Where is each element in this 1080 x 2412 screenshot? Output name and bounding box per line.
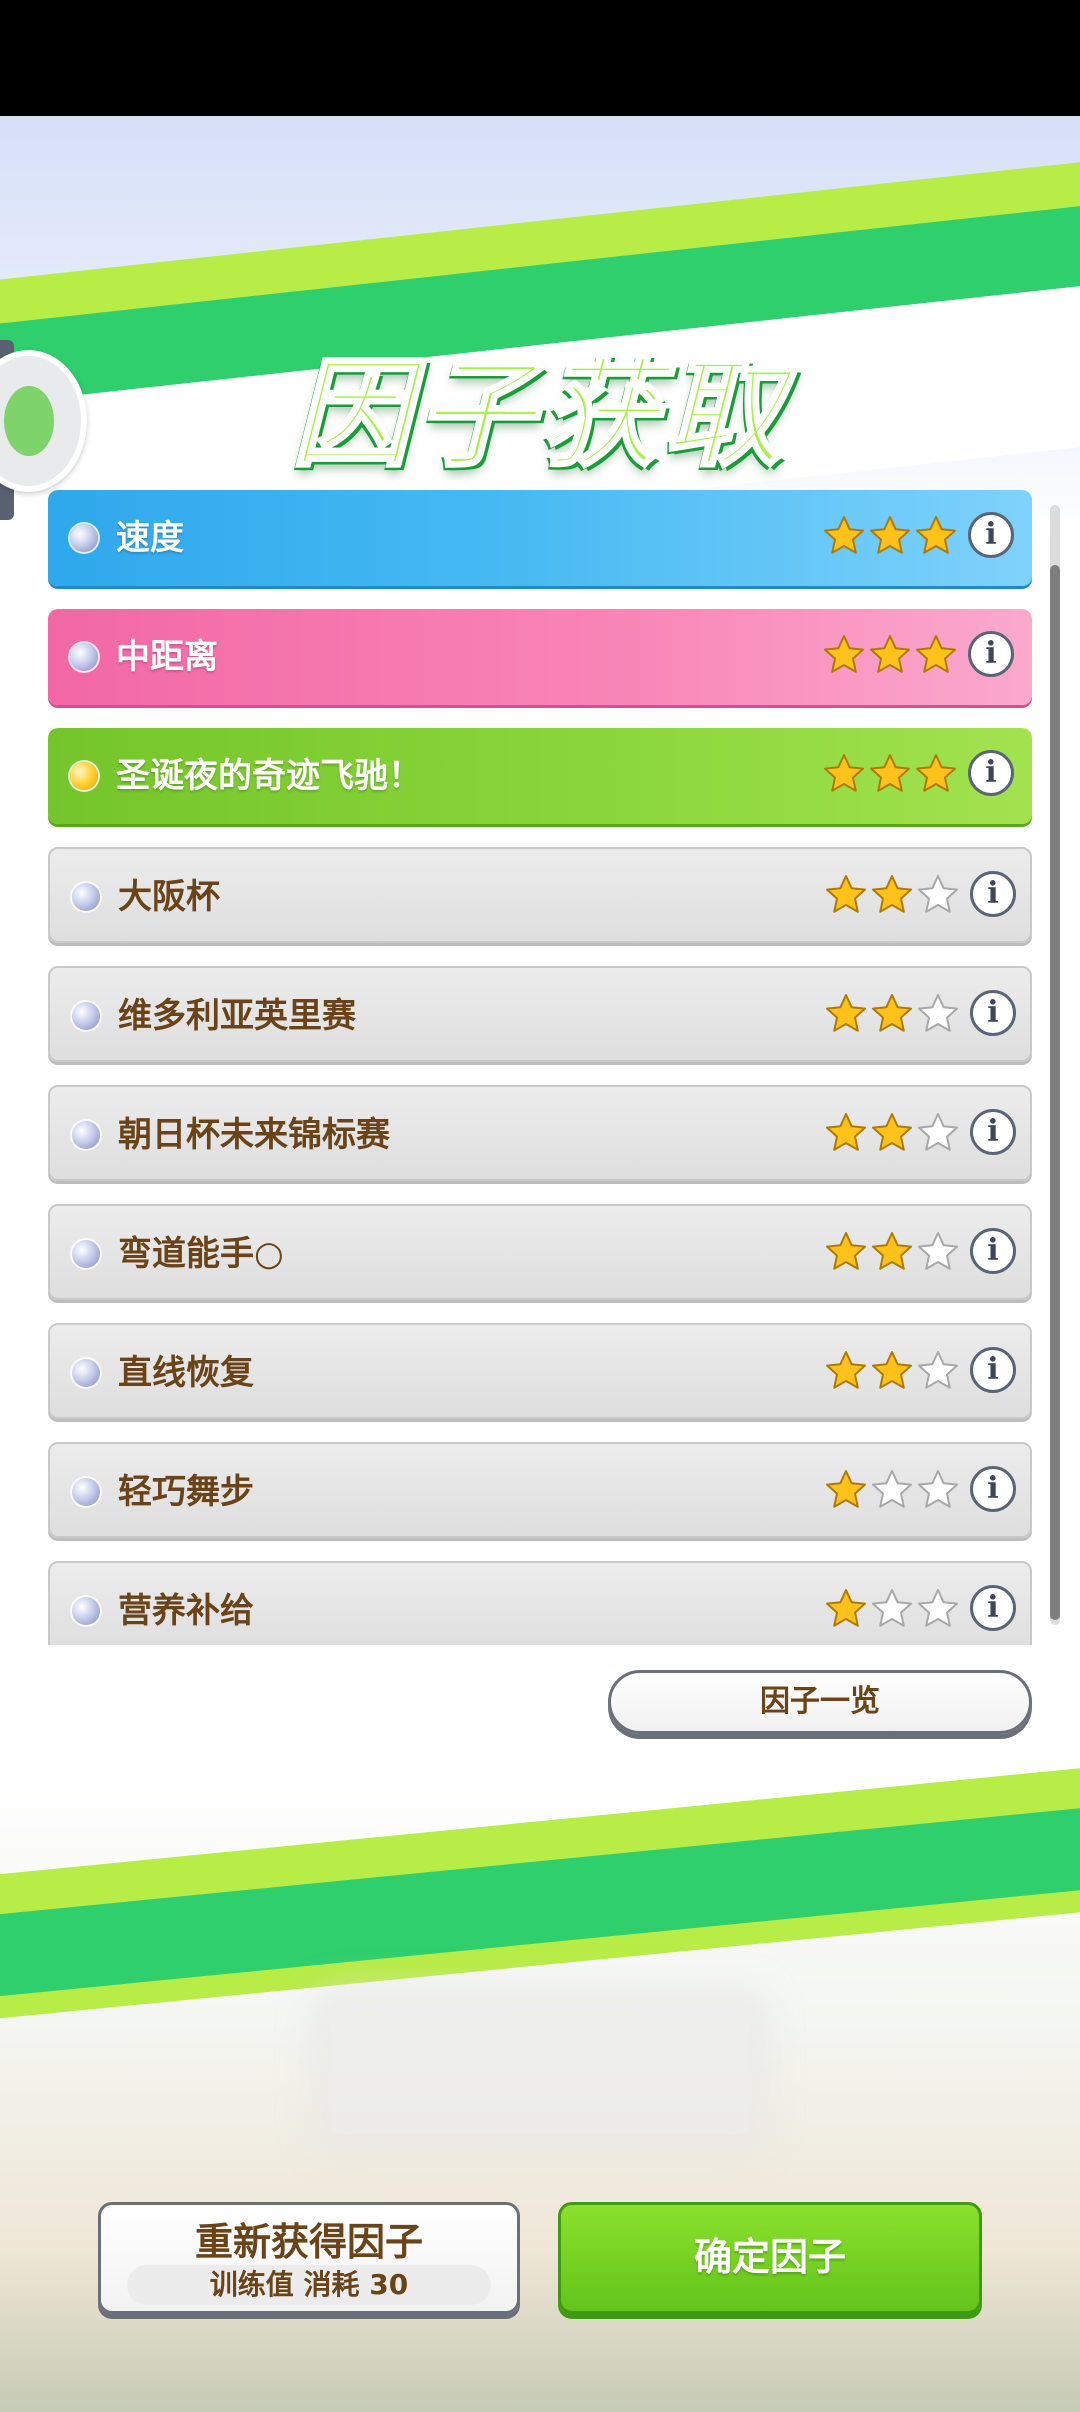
factor-bullet-icon bbox=[72, 1002, 100, 1030]
factor-bullet-icon bbox=[72, 1478, 100, 1506]
factor-star-rating bbox=[824, 873, 964, 919]
factor-label: 弯道能手○ bbox=[118, 1234, 284, 1274]
factor-bullet-icon bbox=[72, 1359, 100, 1387]
factor-star-rating bbox=[824, 1111, 964, 1157]
star-filled-icon bbox=[868, 514, 912, 558]
star-empty-icon bbox=[916, 1468, 960, 1512]
info-icon[interactable]: i bbox=[970, 1466, 1016, 1512]
factor-row[interactable]: 维多利亚英里赛 i bbox=[48, 966, 1032, 1062]
factor-row[interactable]: 速度 i bbox=[48, 490, 1032, 586]
factor-label: 圣诞夜的奇迹飞驰！ bbox=[116, 756, 422, 796]
factor-bullet-icon bbox=[70, 762, 98, 790]
factor-list-button[interactable]: 因子一览 bbox=[608, 1670, 1032, 1734]
star-filled-icon bbox=[870, 873, 914, 917]
star-filled-icon bbox=[914, 752, 958, 796]
page-title: 因子获取 bbox=[290, 344, 788, 485]
star-filled-icon bbox=[870, 992, 914, 1036]
factor-label: 轻巧舞步 bbox=[118, 1472, 254, 1512]
factor-row[interactable]: 大阪杯 i bbox=[48, 847, 1032, 943]
factor-star-rating bbox=[824, 1587, 964, 1633]
star-filled-icon bbox=[824, 992, 868, 1036]
factor-star-rating bbox=[822, 514, 962, 560]
star-filled-icon bbox=[914, 514, 958, 558]
star-empty-icon bbox=[916, 1587, 960, 1631]
factor-bullet-icon bbox=[72, 1240, 100, 1268]
factor-star-rating bbox=[822, 633, 962, 679]
info-icon[interactable]: i bbox=[970, 1585, 1016, 1631]
factor-bullet-icon bbox=[72, 1121, 100, 1149]
scrollbar-thumb[interactable] bbox=[1050, 565, 1060, 1620]
info-icon[interactable]: i bbox=[970, 1109, 1016, 1155]
star-filled-icon bbox=[822, 752, 866, 796]
info-icon[interactable]: i bbox=[970, 871, 1016, 917]
star-filled-icon bbox=[824, 1230, 868, 1274]
factor-row[interactable]: 朝日杯未来锦标赛 i bbox=[48, 1085, 1032, 1181]
factor-row[interactable]: 直线恢复 i bbox=[48, 1323, 1032, 1419]
star-filled-icon bbox=[824, 1111, 868, 1155]
star-empty-icon bbox=[870, 1587, 914, 1631]
factor-label: 速度 bbox=[116, 518, 184, 558]
factor-row[interactable]: 中距离 i bbox=[48, 609, 1032, 705]
factor-row[interactable]: 弯道能手○ i bbox=[48, 1204, 1032, 1300]
factor-bullet-icon bbox=[70, 524, 98, 552]
info-icon[interactable]: i bbox=[970, 990, 1016, 1036]
reacquire-cost-label: 训练值 消耗 30 bbox=[127, 2265, 491, 2305]
factor-bullet-icon bbox=[72, 1597, 100, 1625]
info-icon[interactable]: i bbox=[968, 631, 1014, 677]
star-filled-icon bbox=[824, 1587, 868, 1631]
factor-row[interactable]: 营养补给 i bbox=[48, 1561, 1032, 1645]
star-filled-icon bbox=[870, 1230, 914, 1274]
star-filled-icon bbox=[868, 752, 912, 796]
factor-label: 中距离 bbox=[116, 637, 218, 677]
factor-star-rating bbox=[824, 1349, 964, 1395]
star-filled-icon bbox=[868, 633, 912, 677]
star-filled-icon bbox=[822, 633, 866, 677]
factor-label: 朝日杯未来锦标赛 bbox=[118, 1115, 390, 1155]
star-filled-icon bbox=[914, 633, 958, 677]
star-empty-icon bbox=[870, 1468, 914, 1512]
reacquire-label: 重新获得因子 bbox=[194, 2220, 423, 2264]
info-icon[interactable]: i bbox=[970, 1347, 1016, 1393]
factor-bullet-icon bbox=[72, 883, 100, 911]
star-empty-icon bbox=[916, 1349, 960, 1393]
star-empty-icon bbox=[916, 1230, 960, 1274]
factor-label: 营养补给 bbox=[118, 1591, 254, 1631]
star-empty-icon bbox=[916, 1111, 960, 1155]
factor-star-rating bbox=[824, 992, 964, 1038]
star-empty-icon bbox=[916, 873, 960, 917]
factor-label: 维多利亚英里赛 bbox=[118, 996, 356, 1036]
star-filled-icon bbox=[824, 873, 868, 917]
star-filled-icon bbox=[824, 1349, 868, 1393]
info-icon[interactable]: i bbox=[970, 1228, 1016, 1274]
star-empty-icon bbox=[916, 992, 960, 1036]
reacquire-factor-button[interactable]: 重新获得因子 训练值 消耗 30 bbox=[98, 2202, 520, 2314]
confirm-factor-button[interactable]: 确定因子 bbox=[558, 2202, 982, 2314]
star-filled-icon bbox=[822, 514, 866, 558]
star-filled-icon bbox=[870, 1349, 914, 1393]
info-icon[interactable]: i bbox=[968, 512, 1014, 558]
factor-star-rating bbox=[824, 1468, 964, 1514]
star-filled-icon bbox=[870, 1111, 914, 1155]
factor-row[interactable]: 圣诞夜的奇迹飞驰！ i bbox=[48, 728, 1032, 824]
factor-row[interactable]: 轻巧舞步 i bbox=[48, 1442, 1032, 1538]
blurred-panel bbox=[330, 2005, 750, 2135]
info-icon[interactable]: i bbox=[968, 750, 1014, 796]
factor-list[interactable]: 速度 i 中距离 i 圣诞夜的奇迹飞驰！ i 大阪杯 i 维多利亚英里赛 i 朝日杯未来锦标赛 i 弯道… bbox=[48, 490, 1032, 1645]
status-bar bbox=[0, 0, 1080, 116]
factor-bullet-icon bbox=[70, 643, 98, 671]
star-filled-icon bbox=[824, 1468, 868, 1512]
factor-label: 直线恢复 bbox=[118, 1353, 254, 1393]
factor-label: 大阪杯 bbox=[118, 877, 220, 917]
factor-star-rating bbox=[824, 1230, 964, 1276]
factor-star-rating bbox=[822, 752, 962, 798]
